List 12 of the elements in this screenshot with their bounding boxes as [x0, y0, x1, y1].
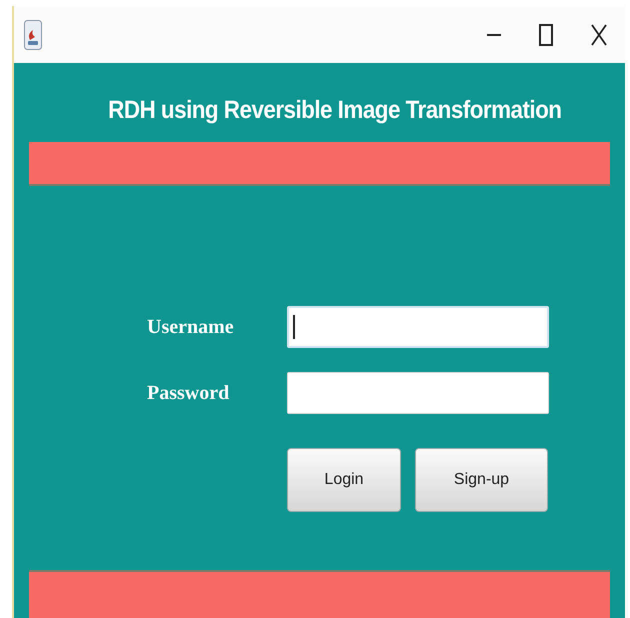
form-button[interactable]: Sign-up — [415, 448, 548, 512]
input-field[interactable] — [287, 372, 549, 414]
java-cup-icon — [24, 20, 42, 50]
text-cursor-icon — [293, 315, 294, 339]
maximize-icon[interactable] — [539, 24, 553, 46]
app-title: RDH using Reversible Image Transformation — [108, 98, 562, 123]
minimize-icon[interactable] — [487, 32, 501, 36]
form-button[interactable]: Login — [287, 448, 401, 512]
close-icon[interactable] — [591, 24, 607, 46]
field-label: Password — [147, 381, 230, 406]
field-label: Username — [147, 315, 235, 340]
input-field[interactable] — [287, 306, 549, 348]
